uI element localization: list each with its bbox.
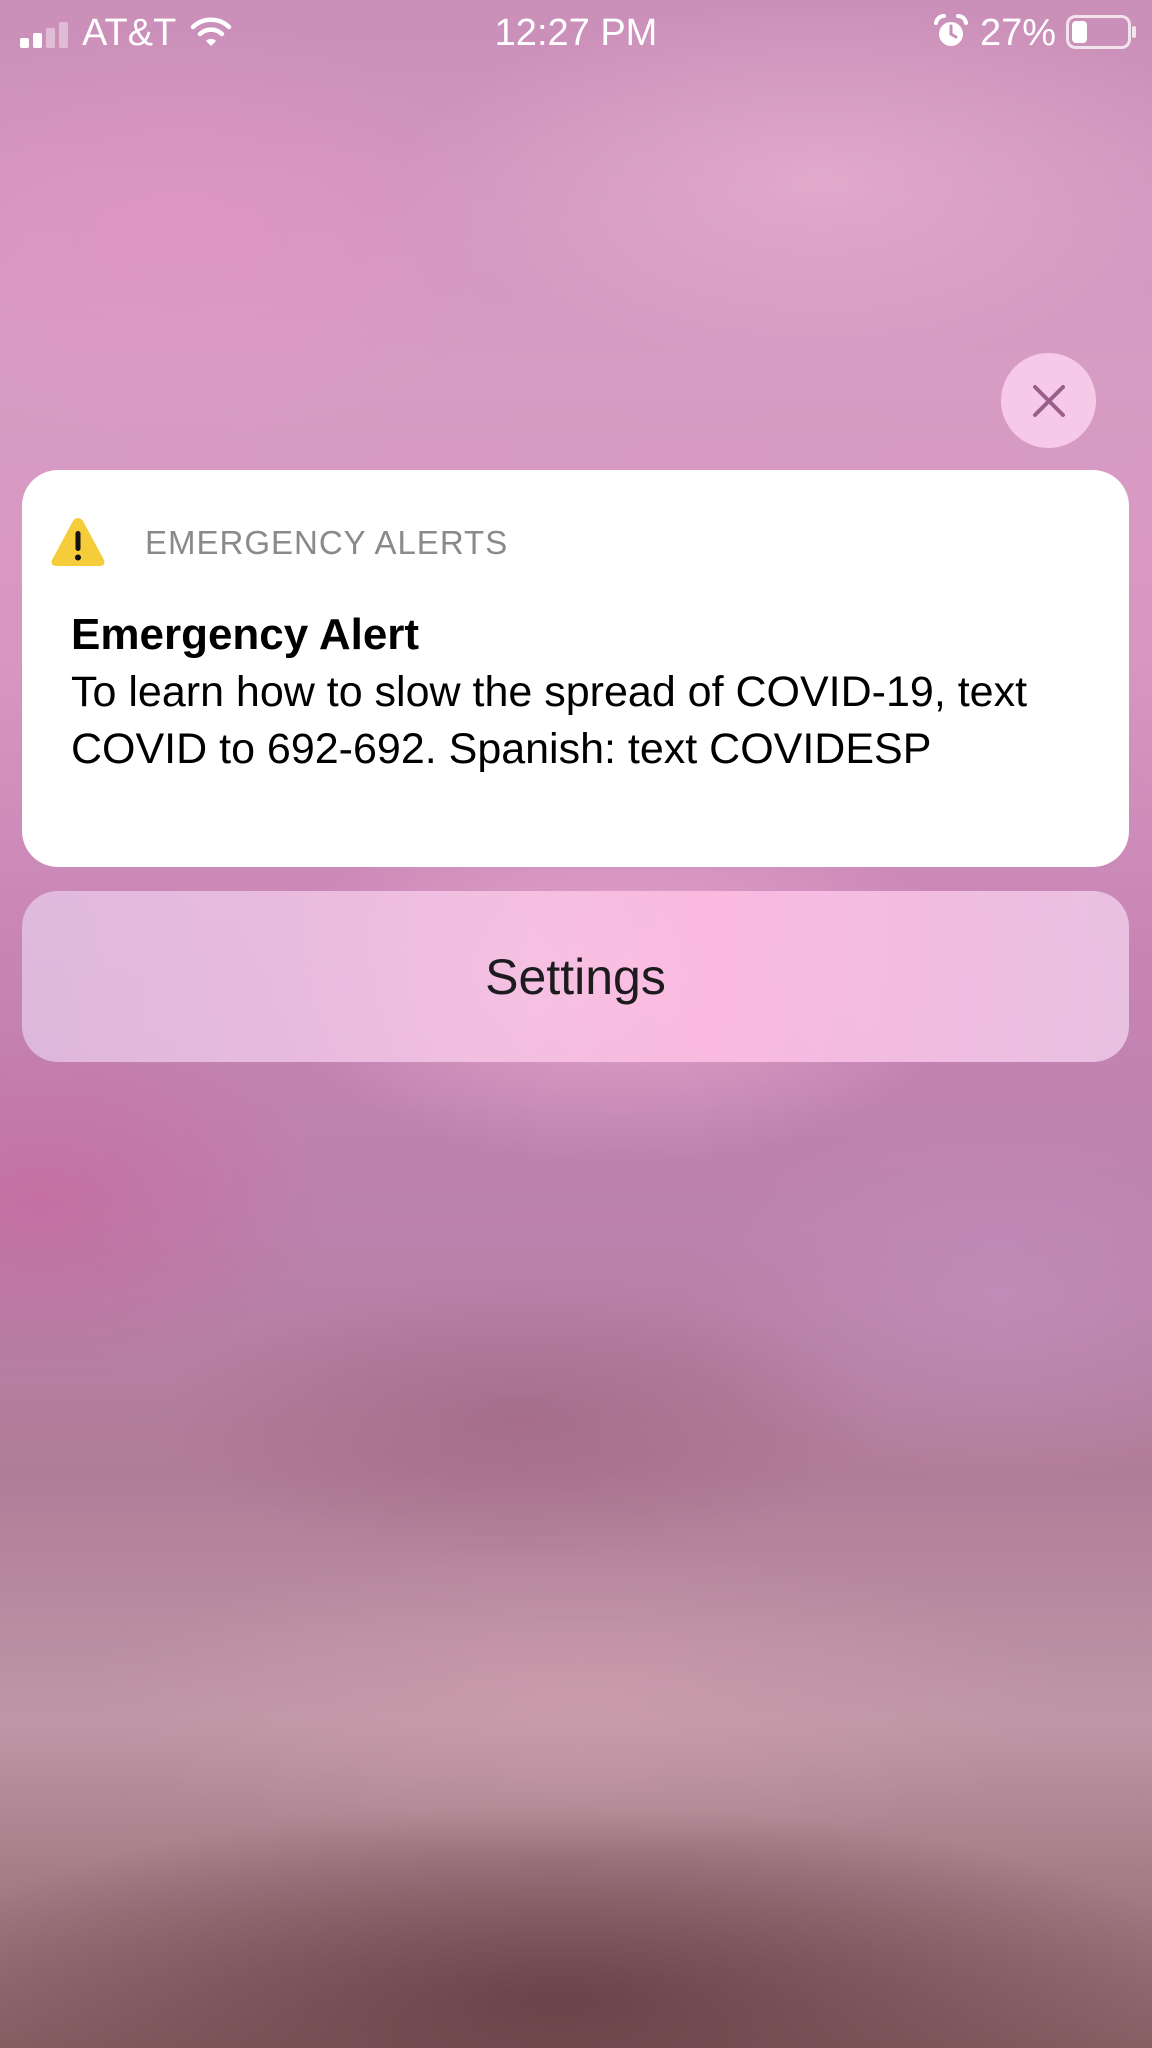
settings-button[interactable]: Settings	[22, 891, 1129, 1062]
emergency-alert-card[interactable]: EMERGENCY ALERTS Emergency Alert To lear…	[22, 470, 1129, 867]
status-bar: AT&T 12:27 PM 27%	[0, 0, 1152, 66]
alert-message: To learn how to slow the spread of COVID…	[71, 668, 1028, 773]
app-name-label: EMERGENCY ALERTS	[145, 524, 509, 561]
settings-label: Settings	[485, 948, 666, 1005]
close-icon	[1032, 384, 1065, 417]
close-button[interactable]	[1001, 353, 1096, 448]
warning-icon	[51, 518, 105, 566]
battery-icon	[1066, 15, 1136, 49]
alarm-icon	[934, 14, 968, 46]
alert-title: Emergency Alert	[71, 610, 420, 659]
battery-percent: 27%	[980, 12, 1057, 54]
